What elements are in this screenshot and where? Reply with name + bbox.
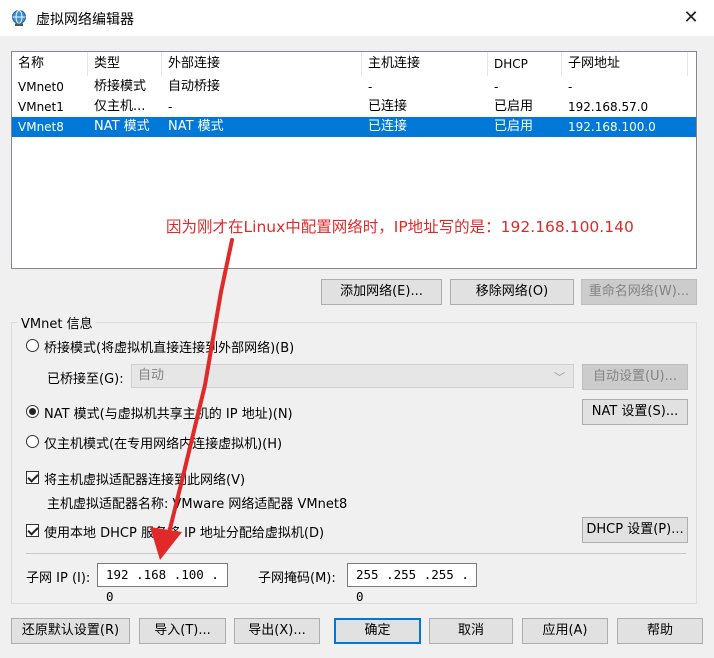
add-network-button[interactable]: 添加网络(E)... [321,279,442,305]
cell-dhcp: 已启用 [494,119,534,134]
connect-adapter-label[interactable]: 将主机虚拟适配器连接到此网络(V) [44,469,245,488]
subnet-mask-input[interactable]: 255 .255 .255 . 0 [347,563,477,604]
cell-subnet: 192.168.57.0 [568,100,649,114]
cell-type: NAT 模式 [94,119,150,134]
bridged-to-value: 自动 [138,368,165,383]
rename-network-button[interactable]: 重命名网络(W)... [581,279,697,305]
hostonly-mode-label[interactable]: 仅主机模式(在专用网络内连接虚拟机)(H) [44,433,282,452]
column-header-dhcp[interactable]: DHCP [488,52,562,76]
cell-type: 桥接模式 [94,79,147,94]
help-button[interactable]: 帮助 [617,618,703,644]
divider [26,553,686,554]
auto-settings-button[interactable]: 自动设置(U)... [582,364,688,390]
vmnet-info-group-label: VMnet 信息 [18,313,96,332]
connect-adapter-checkbox[interactable] [26,471,39,484]
close-button[interactable]: ✕ [678,6,704,30]
nat-mode-radio[interactable] [26,405,39,418]
ok-button[interactable]: 确定 [334,618,421,644]
nat-mode-label[interactable]: NAT 模式(与虚拟机共享主机的 IP 地址)(N) [44,403,293,422]
cell-type: 仅主机... [94,99,146,114]
nat-settings-button[interactable]: NAT 设置(S)... [582,399,688,425]
table-row[interactable]: VMnet1 仅主机... - 已连接 已启用 192.168.57.0 [12,97,696,117]
cancel-button[interactable]: 取消 [429,618,513,644]
column-header-subnet[interactable]: 子网地址 [562,52,688,76]
dhcp-label[interactable]: 使用本地 DHCP 服务将 IP 地址分配给虚拟机(D) [44,522,324,541]
table-row[interactable]: VMnet0 桥接模式 自动桥接 - - - [12,77,696,97]
chevron-down-icon: ﹀ [554,371,565,384]
cell-name: VMnet8 [18,120,64,134]
cell-external: 自动桥接 [168,79,221,94]
bridged-mode-radio[interactable] [26,339,39,352]
dhcp-settings-button[interactable]: DHCP 设置(P)... [582,517,688,543]
cell-host: 已连接 [368,99,408,114]
column-header-host[interactable]: 主机连接 [362,52,488,76]
cell-name: VMnet1 [18,100,64,114]
column-header-external[interactable]: 外部连接 [162,52,362,76]
cell-subnet: - [568,80,573,94]
cell-subnet: 192.168.100.0 [568,120,656,134]
adapter-name-text: 主机虚拟适配器名称: VMware 网络适配器 VMnet8 [47,497,348,512]
restore-defaults-button[interactable]: 还原默认设置(R) [11,618,130,644]
cell-external: NAT 模式 [168,119,224,134]
cell-external: - [168,100,173,114]
hostonly-mode-radio[interactable] [26,435,39,448]
cell-host: 已连接 [368,119,408,134]
cell-dhcp: - [494,80,499,94]
table-row-selected[interactable]: VMnet8 NAT 模式 NAT 模式 已连接 已启用 192.168.100… [12,117,696,137]
remove-network-button[interactable]: 移除网络(O) [450,279,574,305]
bridged-mode-label[interactable]: 桥接模式(将虚拟机直接连接到外部网络)(B) [44,337,294,356]
column-header-type[interactable]: 类型 [88,52,162,76]
cell-name: VMnet0 [18,80,64,94]
network-list-header: 名称 类型 外部连接 主机连接 DHCP 子网地址 [12,52,696,76]
globe-network-icon [12,10,26,26]
import-button[interactable]: 导入(T)... [139,618,226,644]
cell-host: - [368,80,373,94]
dhcp-checkbox[interactable] [26,524,39,537]
bridged-to-select[interactable]: 自动 ﹀ [131,364,574,388]
cell-dhcp: 已启用 [494,99,534,114]
apply-button[interactable]: 应用(A) [522,618,608,644]
column-header-name[interactable]: 名称 [12,52,88,76]
subnet-ip-label: 子网 IP (I): [26,571,91,586]
bridged-to-label: 已桥接至(G): [47,372,124,387]
export-button[interactable]: 导出(X)... [234,618,320,644]
subnet-ip-input[interactable]: 192 .168 .100 . 0 [97,563,228,604]
annotation-text: 因为刚才在Linux中配置网络时，IP地址写的是：192.168.100.140 [166,218,634,236]
window-title: 虚拟网络编辑器 [36,12,134,28]
subnet-mask-label: 子网掩码(M): [258,571,336,586]
